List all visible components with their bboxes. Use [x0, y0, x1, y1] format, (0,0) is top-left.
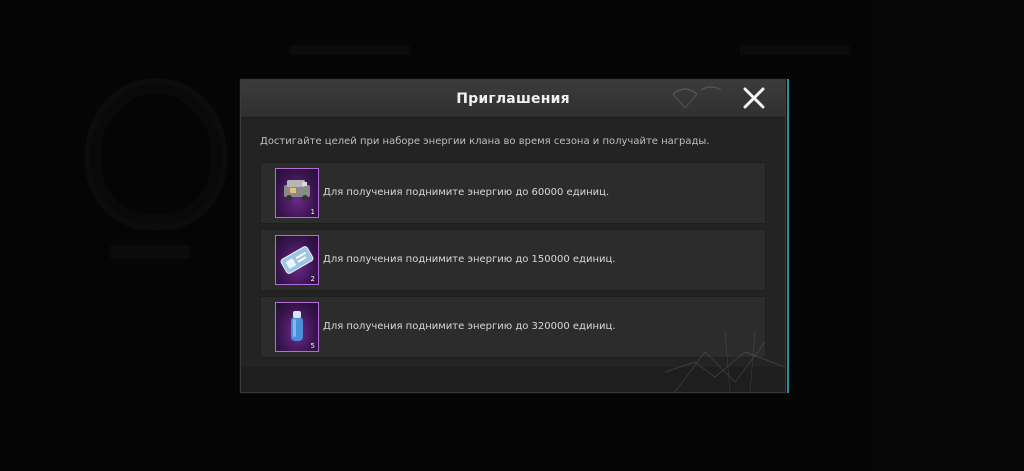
reward-item[interactable]: 1	[275, 168, 319, 218]
reward-row: 2 Для получения поднимите энергию до 150…	[260, 229, 766, 291]
close-button[interactable]	[741, 85, 767, 111]
reward-item[interactable]: 5	[275, 302, 319, 352]
reward-row: 1 Для получения поднимите энергию до 600…	[260, 162, 766, 224]
item-quantity: 1	[310, 208, 315, 216]
close-icon	[743, 87, 765, 109]
background-bar	[110, 245, 190, 259]
dialog-description: Достигайте целей при наборе энергии клан…	[260, 136, 710, 147]
item-quantity: 5	[310, 342, 315, 350]
background-side-panel	[872, 0, 1024, 471]
background-bar	[740, 45, 850, 55]
item-quantity: 2	[310, 275, 315, 283]
dialog-footer	[241, 332, 785, 392]
background-clan-emblem	[85, 78, 227, 230]
dialog-title: Приглашения	[456, 91, 570, 107]
reward-requirement-text: Для получения поднимите энергию до 60000…	[323, 187, 610, 198]
background-bar	[290, 45, 410, 55]
dialog-header: Приглашения	[241, 80, 785, 118]
invitations-dialog: Приглашения Достигайте целей при наборе …	[240, 79, 786, 393]
map-texture-decoration	[665, 332, 785, 392]
reward-item[interactable]: 2	[275, 235, 319, 285]
reward-requirement-text: Для получения поднимите энергию до 32000…	[323, 321, 616, 332]
reward-requirement-text: Для получения поднимите энергию до 15000…	[323, 254, 616, 265]
game-screen: Приглашения Достигайте целей при наборе …	[0, 0, 1024, 471]
